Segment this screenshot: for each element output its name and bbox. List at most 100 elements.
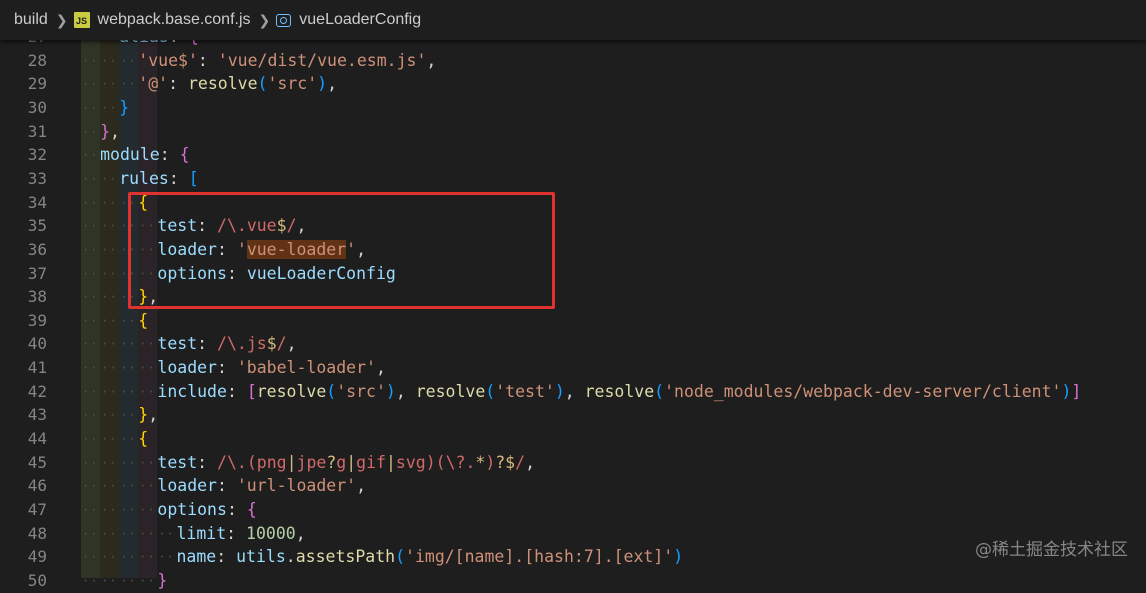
code-token: | bbox=[385, 452, 396, 472]
code-line[interactable]: 47 options: {·· ·· ·· ·· bbox=[0, 498, 1146, 522]
breadcrumb-file[interactable]: webpack.base.conf.js bbox=[94, 11, 255, 29]
code-token: test bbox=[157, 334, 198, 354]
code-line[interactable]: 40 test: /\.js$/, ·· ·· ·· ·· bbox=[0, 332, 1146, 356]
code-token: } bbox=[138, 405, 149, 425]
whitespace-marker: ·· bbox=[82, 526, 99, 541]
code-text: limit: 10000, bbox=[177, 522, 306, 546]
line-number: 47 bbox=[27, 500, 47, 519]
code-token: : bbox=[197, 50, 218, 70]
code-line[interactable]: 45 test: /\.(png|jpe?g|gif|svg)(\?.*)?$/,… bbox=[0, 451, 1146, 475]
whitespace-marker: ·· bbox=[120, 361, 137, 376]
code-token: : bbox=[159, 145, 180, 165]
code-line[interactable]: 46 loader: 'url-loader', ·· ·· ·· ·· bbox=[0, 474, 1146, 498]
whitespace-marker: ·· bbox=[82, 479, 99, 494]
code-line[interactable]: 42 include: [resolve('src'), resolve('tes… bbox=[0, 380, 1146, 404]
line-number: 35 bbox=[27, 216, 47, 236]
code-token: ( bbox=[654, 381, 665, 401]
line-number: 42 bbox=[27, 381, 47, 401]
code-token: 'test' bbox=[495, 381, 555, 401]
line-number: 38 bbox=[27, 287, 47, 307]
code-line[interactable]: 44{·· ·· ·· bbox=[0, 427, 1146, 451]
whitespace-marker: ·· bbox=[82, 313, 99, 328]
code-token: /\.( bbox=[217, 452, 257, 472]
line-number: 41 bbox=[27, 358, 47, 378]
whitespace-marker: ·· bbox=[101, 455, 118, 470]
code-token: 'url-loader' bbox=[236, 476, 357, 496]
code-token: , bbox=[286, 334, 297, 354]
whitespace-marker: ·· bbox=[82, 195, 99, 210]
code-line[interactable]: 29 '@': resolve('src'), ·· ·· ·· bbox=[0, 72, 1146, 96]
code-token: : bbox=[217, 358, 237, 378]
line-number: 40 bbox=[27, 334, 47, 354]
code-token: 'vue/dist/vue.esm.js' bbox=[217, 50, 427, 70]
code-editor[interactable]: 27alias: {····28'vue$': 'vue/dist/vue.es… bbox=[0, 0, 1146, 590]
whitespace-marker: ·· bbox=[82, 171, 99, 186]
code-text: loader: 'url-loader', bbox=[157, 474, 366, 498]
line-number: 46 bbox=[27, 476, 47, 496]
whitespace-marker: ·· bbox=[120, 53, 137, 68]
code-token: , bbox=[148, 405, 159, 425]
code-token: resolve bbox=[256, 381, 327, 401]
whitespace-marker: ·· bbox=[101, 503, 118, 517]
code-token: : bbox=[226, 523, 247, 543]
js-file-icon: JS bbox=[73, 12, 90, 28]
code-token: resolve bbox=[415, 381, 486, 401]
code-text: loader: 'babel-loader', bbox=[157, 356, 386, 380]
whitespace-marker: ·· bbox=[139, 337, 156, 352]
code-line[interactable]: 41 loader: 'babel-loader', ·· ·· ·· ·· bbox=[0, 356, 1146, 380]
code-line[interactable]: 32 module: {·· bbox=[0, 143, 1146, 167]
whitespace-marker: ·· bbox=[139, 384, 156, 399]
code-text: include: [resolve('src'), resolve('test'… bbox=[157, 380, 1081, 404]
whitespace-marker: ·· bbox=[82, 219, 99, 234]
whitespace-marker: ·· bbox=[101, 361, 118, 376]
code-line[interactable]: 28'vue$': 'vue/dist/vue.esm.js', ·· ·· ·· bbox=[0, 49, 1146, 73]
whitespace-marker: ·· bbox=[139, 361, 156, 376]
code-token: / bbox=[515, 452, 526, 472]
line-number: 37 bbox=[27, 263, 47, 283]
code-token: png bbox=[256, 452, 287, 472]
code-token: 'node_modules/webpack-dev-server/client' bbox=[664, 381, 1062, 401]
code-token: ?$ bbox=[495, 452, 516, 472]
code-text: } bbox=[119, 96, 129, 120]
code-token: : bbox=[197, 334, 218, 354]
whitespace-marker: ·· bbox=[101, 337, 118, 352]
whitespace-marker: ·· bbox=[101, 432, 118, 447]
whitespace-marker: ·· bbox=[82, 573, 99, 588]
code-text: rules: [ bbox=[119, 167, 198, 191]
whitespace-marker: ·· bbox=[139, 550, 156, 565]
whitespace-marker: ·· bbox=[120, 550, 137, 565]
code-line[interactable]: 30} ·· ·· bbox=[0, 96, 1146, 120]
whitespace-marker: ·· bbox=[120, 526, 137, 541]
code-token: ] bbox=[1071, 381, 1082, 401]
code-line[interactable]: 33 rules: [·· ·· bbox=[0, 167, 1146, 191]
whitespace-marker: ·· bbox=[82, 100, 99, 115]
code-text: }, bbox=[100, 120, 120, 144]
code-line[interactable]: 50} ·· ·· ·· ·· bbox=[0, 569, 1146, 593]
code-line[interactable]: 31}, ·· bbox=[0, 120, 1146, 144]
whitespace-marker: ·· bbox=[82, 432, 99, 447]
code-token: : bbox=[197, 452, 218, 472]
whitespace-marker: ·· bbox=[120, 337, 137, 352]
code-text: test: /\.(png|jpe?g|gif|svg)(\?.*)?$/, bbox=[157, 451, 535, 475]
line-number: 43 bbox=[27, 405, 47, 425]
code-token: gif bbox=[356, 452, 386, 472]
whitespace-marker: ·· bbox=[101, 290, 118, 305]
code-token: ( bbox=[395, 547, 406, 567]
code-token: jpe bbox=[296, 452, 327, 472]
code-line[interactable]: 39{·· ·· ·· bbox=[0, 309, 1146, 333]
whitespace-marker: ·· bbox=[101, 77, 118, 92]
code-line[interactable]: 43}, ·· ·· ·· bbox=[0, 403, 1146, 427]
whitespace-marker: ·· bbox=[82, 337, 99, 352]
breadcrumb-symbol[interactable]: vueLoaderConfig bbox=[295, 11, 425, 29]
code-token: resolve bbox=[584, 381, 655, 401]
code-token: 'src' bbox=[336, 381, 386, 401]
code-token: 'babel-loader' bbox=[236, 358, 376, 378]
breadcrumb-folder[interactable]: build bbox=[0, 11, 52, 29]
whitespace-marker: ·· bbox=[120, 313, 137, 328]
whitespace-marker: ·· bbox=[120, 573, 137, 588]
line-number: 33 bbox=[27, 168, 47, 188]
line-number: 28 bbox=[27, 50, 47, 70]
line-number: 32 bbox=[27, 145, 47, 165]
code-token: : bbox=[216, 547, 237, 567]
code-token: name bbox=[176, 547, 217, 567]
